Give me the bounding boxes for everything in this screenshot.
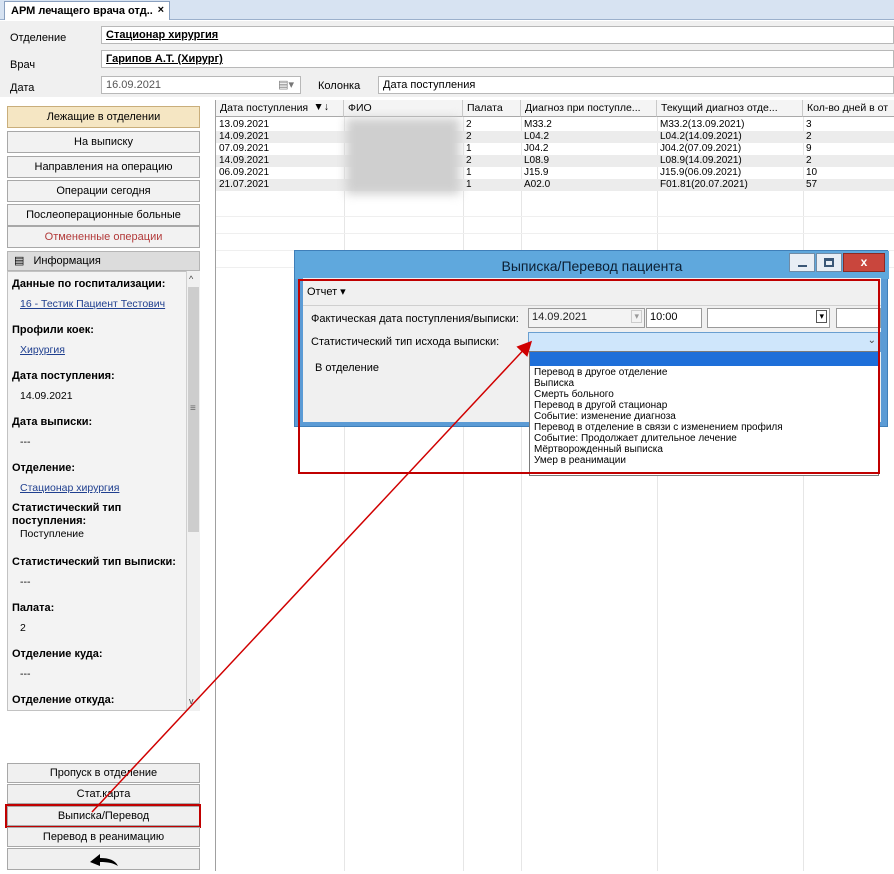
annotation-arrow — [91, 340, 533, 813]
